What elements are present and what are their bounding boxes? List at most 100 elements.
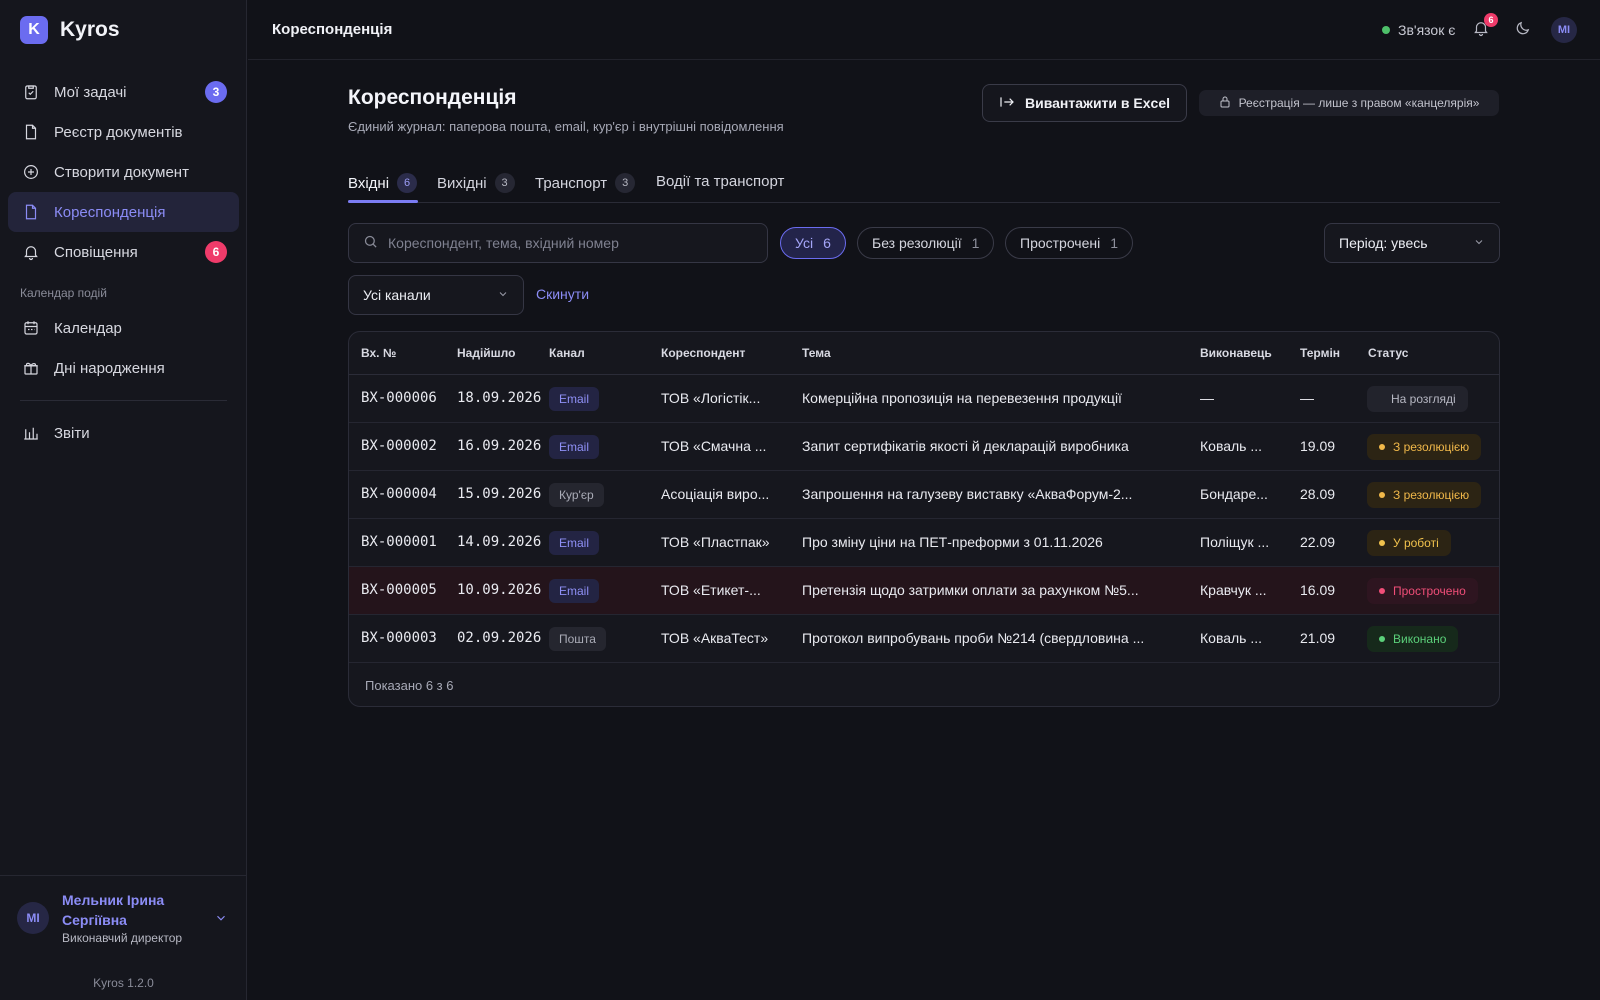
chip-label: Усі [795,235,814,251]
sidebar-item-birthdays[interactable]: Дні народження [8,348,239,388]
chip-count: 6 [823,235,831,251]
document-icon [22,203,40,221]
status-badge: На розгляді [1367,386,1468,412]
calendar-icon [22,319,40,337]
table-row[interactable]: ВХ-000003 02.09.2026 Пошта ТОВ «АкваТест… [349,615,1499,663]
sidebar-item-label: Дні народження [54,359,165,377]
page-subtitle: Єдиний журнал: паперова пошта, email, ку… [348,119,784,134]
search-input[interactable] [388,235,748,251]
status-label: З резолюцією [1393,488,1470,502]
status-dot-icon [1379,492,1385,498]
tab-count: 3 [494,173,515,193]
sidebar-item-document-registry[interactable]: Реєстр документів [8,112,239,152]
table-row[interactable]: ВХ-000006 18.09.2026 Email ТОВ «Логістік… [349,375,1499,423]
sidebar-item-my-tasks[interactable]: Мої задачі 3 [8,72,239,112]
filter-chip-all[interactable]: Усі 6 [780,227,846,259]
sidebar-item-label: Реєстр документів [54,123,183,141]
table-header: Вх. № Надійшло Канал Кореспондент Тема В… [349,332,1499,375]
search-icon [363,234,378,252]
sidebar-item-create-document[interactable]: Створити документ [8,152,239,192]
tasks-count-badge: 3 [205,81,227,103]
table-row[interactable]: ВХ-000004 15.09.2026 Кур'єр Асоціація ви… [349,471,1499,519]
connection-label: Зв'язок є [1398,22,1456,38]
sidebar-item-reports[interactable]: Звіти [8,413,239,453]
channel-badge: Пошта [549,627,606,651]
topbar-title: Кореспонденція [272,21,393,38]
chip-count: 1 [1110,235,1119,251]
table-row[interactable]: ВХ-000001 14.09.2026 Email ТОВ «Пластпак… [349,519,1499,567]
chevron-down-icon [497,287,509,303]
status-label: На розгляді [1391,392,1456,406]
search-box [348,223,768,263]
avatar[interactable]: МІ [1551,17,1577,43]
chevron-down-icon[interactable] [214,911,228,928]
export-arrow-icon [999,95,1015,112]
sidebar-item-calendar[interactable]: Календар [8,308,239,348]
tab-transport[interactable]: Транспорт 3 [535,173,636,193]
correspondence-table: Вх. № Надійшло Канал Кореспондент Тема В… [348,331,1500,707]
registration-note: Реєстрація — лише з правом «канцелярія» [1199,90,1499,116]
cell-subject: Запрошення на галузеву виставку «АкваФор… [802,486,1133,502]
sidebar-divider [20,400,227,401]
cell-date: 16.09.2026 [457,438,542,454]
tabs: Вхідні 6 Вихідні 3 Транспорт 3 Водії та … [348,165,1500,203]
cell-deadline: — [1300,390,1314,406]
cell-executor: Поліщук ... [1200,534,1270,550]
chevron-down-icon [1473,235,1485,251]
status-dot-icon [1379,444,1385,450]
status-dot-icon [1379,636,1385,642]
channel-badge: Email [549,435,600,459]
channel-select[interactable]: Усі канали [348,275,524,315]
cell-number: ВХ-000003 [361,630,437,646]
cell-subject: Протокол випробувань проби №214 (свердло… [802,630,1145,646]
sidebar-item-correspondence[interactable]: Кореспонденція [8,192,239,232]
cell-executor: Коваль ... [1200,438,1263,454]
filter-chip-overdue[interactable]: Прострочені 1 [1005,227,1134,259]
sidebar-item-label: Календар [54,319,122,337]
sidebar-item-label: Кореспонденція [54,203,166,221]
filter-chip-no-resolution[interactable]: Без резолюції 1 [857,227,995,259]
app-version: Kyros 1.2.0 [93,976,154,990]
brand[interactable]: K Kyros [20,16,120,44]
table-row[interactable]: ВХ-000002 16.09.2026 Email ТОВ «Смачна .… [349,423,1499,471]
cell-subject: Комерційна пропозиція на перевезення про… [802,390,1122,406]
notifications-count-badge: 6 [205,241,227,263]
page-title: Кореспонденція [348,86,517,109]
cell-correspondent: ТОВ «Пластпак» [661,534,770,550]
cell-date: 14.09.2026 [457,534,542,550]
connection-status: Зв'язок є [1382,22,1455,38]
reset-filters-link[interactable]: Скинути [536,286,589,302]
column-header[interactable]: Надійшло [457,346,515,360]
column-header[interactable]: Виконавець [1200,346,1272,360]
notifications-badge: 6 [1484,13,1498,27]
cell-date: 10.09.2026 [457,582,542,598]
column-header[interactable]: Статус [1368,346,1408,360]
cell-date: 02.09.2026 [457,630,542,646]
tab-outgoing[interactable]: Вихідні 3 [437,173,515,193]
export-excel-button[interactable]: Вивантажити в Excel [982,84,1187,122]
tab-incoming[interactable]: Вхідні 6 [348,173,418,193]
sidebar-item-label: Мої задачі [54,83,127,101]
cell-correspondent: ТОВ «Смачна ... [661,438,767,454]
column-header[interactable]: Канал [549,346,585,360]
status-dot-icon [1379,588,1385,594]
column-header[interactable]: Кореспондент [661,346,745,360]
table-footer-count: Показано 6 з 6 [365,678,454,693]
column-header[interactable]: Термін [1300,346,1340,360]
channel-badge: Кур'єр [549,483,604,507]
period-select[interactable]: Період: увесь [1324,223,1500,263]
column-header[interactable]: Вх. № [361,346,396,360]
table-row[interactable]: ВХ-000005 10.09.2026 Email ТОВ «Етикет-.… [349,567,1499,615]
cell-correspondent: ТОВ «АкваТест» [661,630,769,646]
sidebar-item-label: Звіти [54,424,90,442]
cell-number: ВХ-000004 [361,486,437,502]
channel-badge: Email [549,531,600,555]
column-header[interactable]: Тема [802,346,831,360]
sidebar-item-label: Створити документ [54,163,189,181]
theme-toggle-moon-icon[interactable] [1514,19,1532,40]
sidebar-item-notifications[interactable]: Сповіщення 6 [8,232,239,272]
status-label: Прострочено [1393,584,1466,598]
tab-drivers-transport[interactable]: Водії та транспорт [656,173,784,190]
export-label: Вивантажити в Excel [1025,95,1170,111]
status-label: З резолюцією [1393,440,1470,454]
